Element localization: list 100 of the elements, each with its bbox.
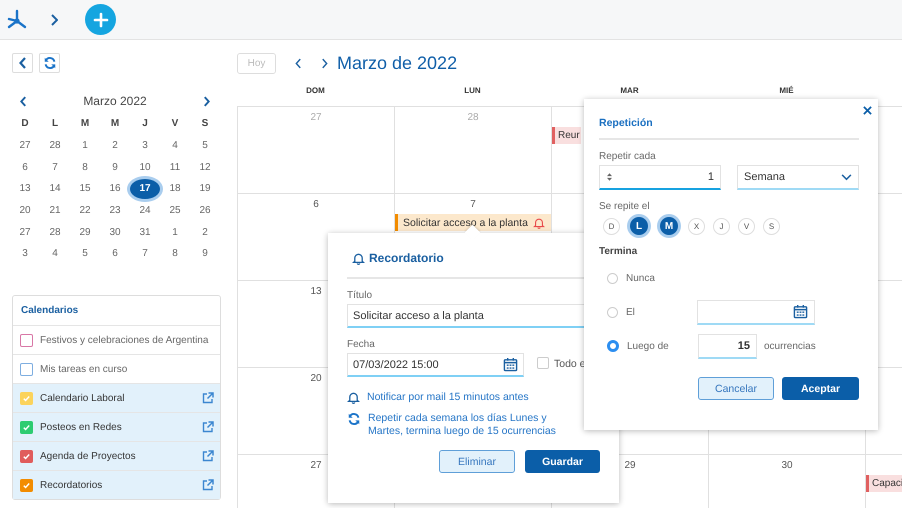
interval-field[interactable]: 1	[599, 165, 721, 190]
calendar-item[interactable]: Recordatorios	[13, 471, 220, 500]
day-number[interactable]: 25	[165, 200, 185, 221]
external-link-icon[interactable]	[202, 450, 214, 462]
weekday-toggle[interactable]: V	[738, 218, 755, 234]
calendar-icon[interactable]	[503, 357, 518, 372]
refresh-icon	[42, 56, 56, 70]
checkbox[interactable]	[20, 478, 33, 492]
checkbox[interactable]	[20, 420, 33, 434]
weekday-label: D	[20, 117, 30, 131]
day-number[interactable]: 19	[195, 179, 215, 200]
field-label: Repetir cada	[599, 151, 657, 162]
day-number[interactable]: 4	[45, 244, 65, 264]
back-button[interactable]	[12, 53, 33, 73]
day-number[interactable]: 2	[195, 222, 215, 243]
day-number[interactable]: 7	[135, 244, 155, 264]
day-number[interactable]: 26	[195, 200, 215, 221]
checkbox[interactable]	[20, 362, 33, 376]
day-number[interactable]: 5	[75, 244, 95, 264]
next-month-icon[interactable]	[203, 96, 210, 106]
day-number[interactable]: 10	[135, 158, 155, 178]
previous-icon[interactable]	[295, 58, 302, 68]
day-number[interactable]: 17	[130, 179, 160, 200]
day-number[interactable]: 1	[75, 136, 95, 156]
radio-button[interactable]	[607, 272, 618, 284]
radio-button[interactable]	[607, 340, 619, 352]
weekday-toggle[interactable]: S	[763, 218, 780, 234]
add-button[interactable]	[85, 4, 116, 35]
day-number[interactable]: 31	[135, 222, 155, 243]
calendar-icon[interactable]	[793, 304, 808, 319]
day-number[interactable]: 5	[195, 136, 215, 156]
day-number[interactable]: 3	[135, 136, 155, 156]
day-number[interactable]: 15	[75, 179, 95, 200]
calendar-item[interactable]: Festivos y celebraciones de Argentina	[13, 326, 220, 356]
next-icon[interactable]	[321, 58, 328, 68]
weekday-toggle[interactable]: D	[603, 218, 620, 234]
radio-button[interactable]	[607, 306, 618, 318]
plus-icon	[92, 12, 108, 28]
day-number[interactable]: 6	[105, 244, 125, 264]
column-header: LUN	[464, 86, 481, 95]
day-number[interactable]: 12	[195, 158, 215, 178]
unit-dropdown[interactable]: Semana	[737, 165, 859, 190]
calendar-item[interactable]: Calendario Laboral	[13, 384, 220, 414]
chevron-right-icon[interactable]	[50, 14, 58, 26]
day-number[interactable]: 23	[105, 200, 125, 221]
day-number[interactable]: 11	[165, 158, 185, 178]
day-number[interactable]: 9	[105, 158, 125, 178]
checkbox[interactable]	[20, 334, 33, 347]
day-number[interactable]: 27	[15, 136, 35, 156]
day-number[interactable]: 9	[195, 244, 215, 264]
day-number[interactable]: 3	[15, 244, 35, 264]
chevron-left-icon	[18, 57, 26, 69]
date-number: 7	[470, 199, 476, 210]
weekday-toggle[interactable]: J	[713, 218, 730, 234]
save-button[interactable]: Guardar	[525, 450, 600, 473]
checkbox[interactable]	[20, 450, 33, 463]
calendar-item[interactable]: Agenda de Proyectos	[13, 442, 220, 472]
repeat-summary-link[interactable]: Repetir cada semana los días Lunes y Martes, termina luego de 15 ocurrencias	[368, 412, 568, 438]
day-number[interactable]: 24	[135, 200, 155, 221]
calendar-item[interactable]: Posteos en Redes	[13, 413, 220, 442]
day-number[interactable]: 21	[45, 200, 65, 221]
checkbox[interactable]	[537, 356, 549, 368]
close-icon[interactable]	[863, 106, 872, 115]
day-number[interactable]: 6	[15, 158, 35, 178]
day-number[interactable]: 28	[45, 222, 65, 243]
date-field[interactable]	[697, 300, 815, 324]
previous-month-icon[interactable]	[20, 96, 27, 106]
day-number[interactable]: 29	[75, 222, 95, 243]
day-number[interactable]: 1	[165, 222, 185, 243]
day-number[interactable]: 7	[45, 158, 65, 178]
refresh-button[interactable]	[39, 53, 60, 73]
day-number[interactable]: 16	[105, 179, 125, 200]
weekday-toggle[interactable]: L	[630, 217, 648, 235]
day-number[interactable]: 22	[75, 200, 95, 221]
day-number[interactable]: 14	[45, 179, 65, 200]
external-link-icon[interactable]	[202, 479, 214, 492]
weekday-toggle[interactable]: X	[688, 218, 705, 234]
weekday-toggle[interactable]: M	[660, 217, 678, 235]
count-field[interactable]: 15	[698, 334, 757, 358]
event-chip[interactable]: Reur	[552, 127, 581, 144]
day-number[interactable]: 8	[75, 158, 95, 178]
day-number[interactable]: 4	[165, 136, 185, 156]
day-number[interactable]: 13	[15, 179, 35, 200]
day-number[interactable]: 2	[105, 136, 125, 156]
accept-button[interactable]: Aceptar	[782, 377, 859, 400]
day-number[interactable]: 27	[15, 222, 35, 243]
date-number: 20	[310, 373, 322, 384]
day-number[interactable]: 20	[15, 200, 35, 221]
external-link-icon[interactable]	[202, 421, 214, 434]
event-chip[interactable]: Solicitar acceso a la planta	[395, 214, 551, 231]
notification-link[interactable]: Notificar por mail 15 minutos antes	[367, 391, 529, 403]
cancel-button[interactable]: Cancelar	[698, 377, 774, 400]
spinner-icon[interactable]	[606, 172, 613, 182]
date-field[interactable]: 07/03/2022 15:00	[347, 353, 524, 377]
delete-button[interactable]: Eliminar	[439, 450, 515, 473]
external-link-icon[interactable]	[202, 392, 214, 404]
day-number[interactable]: 18	[165, 179, 185, 200]
day-number[interactable]: 8	[165, 244, 185, 264]
day-number[interactable]: 30	[105, 222, 125, 243]
day-number[interactable]: 28	[45, 136, 65, 156]
